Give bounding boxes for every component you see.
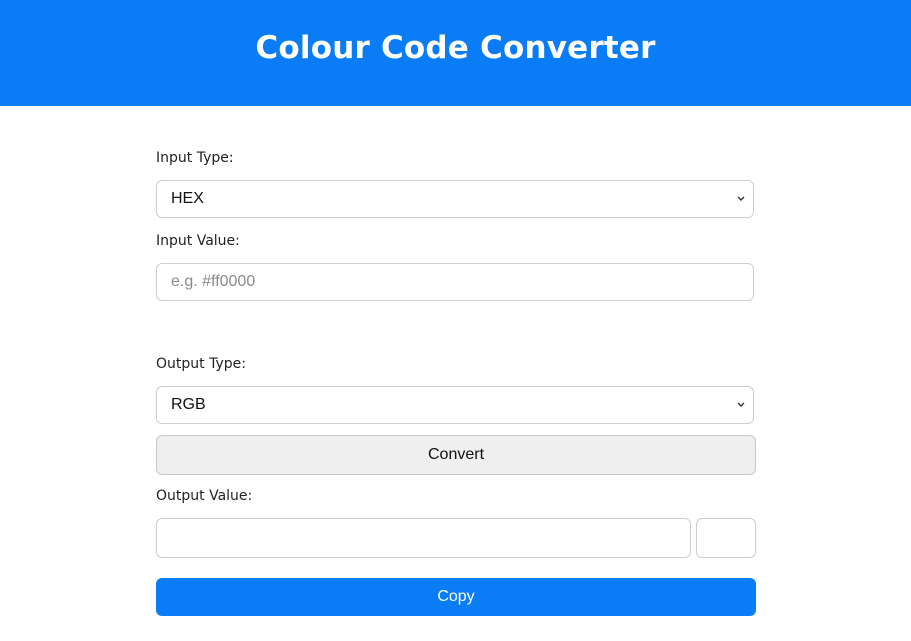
convert-button[interactable]: Convert	[156, 435, 756, 475]
input-value-field[interactable]: e.g. #ff0000	[156, 263, 754, 301]
output-type-label: Output Type:	[156, 356, 246, 372]
chevron-down-icon	[737, 196, 745, 201]
input-type-label: Input Type:	[156, 150, 234, 166]
input-value-placeholder: e.g. #ff0000	[171, 273, 256, 290]
output-value-field[interactable]	[156, 518, 691, 558]
output-type-select[interactable]: RGB	[156, 386, 754, 424]
chevron-down-icon	[737, 402, 745, 407]
page-title: Colour Code Converter	[255, 30, 656, 66]
input-type-selected-value: HEX	[171, 190, 204, 207]
input-value-label: Input Value:	[156, 233, 240, 249]
input-type-select[interactable]: HEX	[156, 180, 754, 218]
app-header: Colour Code Converter	[0, 0, 911, 106]
output-value-label: Output Value:	[156, 488, 253, 504]
color-preview-swatch	[696, 518, 756, 558]
copy-button[interactable]: Copy	[156, 578, 756, 616]
output-type-selected-value: RGB	[171, 396, 206, 413]
